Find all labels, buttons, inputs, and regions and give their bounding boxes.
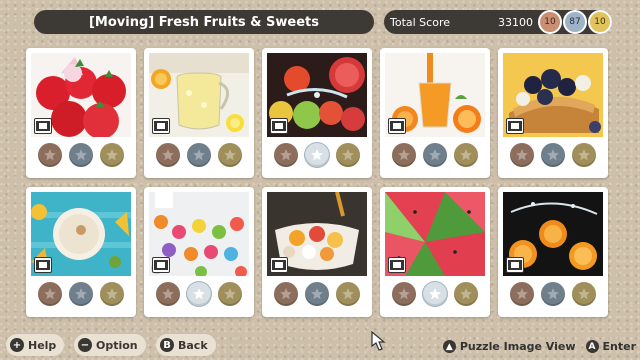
bronze-star-medal bbox=[37, 282, 62, 306]
gold-star-medal bbox=[336, 143, 361, 167]
bronze-star-medal bbox=[273, 143, 298, 167]
controls-hint: ▲ Puzzle Image View A Enter bbox=[433, 340, 636, 353]
movie-icon bbox=[506, 257, 524, 273]
silver-star-medal bbox=[304, 282, 329, 306]
puzzle-thumbnail bbox=[149, 192, 249, 276]
movie-icon bbox=[270, 118, 288, 134]
bronze-star-medal bbox=[391, 143, 416, 167]
a-button-icon: A bbox=[585, 340, 599, 353]
puzzle-card-berry-pastry[interactable] bbox=[498, 48, 608, 178]
puzzle-thumbnail bbox=[503, 53, 603, 137]
medal-row bbox=[267, 282, 367, 306]
puzzle-thumbnail bbox=[267, 53, 367, 137]
puzzle-thumbnail bbox=[385, 53, 485, 137]
title-text: [Moving] Fresh Fruits & Sweets bbox=[88, 14, 320, 30]
puzzle-card-orange-splash[interactable] bbox=[498, 187, 608, 317]
puzzle-card-smoothie-bowl[interactable] bbox=[26, 187, 136, 317]
silver-star-medal bbox=[186, 143, 211, 167]
gold-star-medal bbox=[572, 282, 597, 306]
gold-medal-count: 10 bbox=[588, 10, 612, 34]
silver-star-medal bbox=[422, 143, 447, 167]
bronze-star-medal bbox=[391, 282, 416, 306]
medal-row bbox=[149, 282, 249, 306]
minus-button-icon: − bbox=[78, 338, 92, 352]
puzzle-card-fruit-yogurt[interactable] bbox=[262, 187, 372, 317]
medal-row bbox=[385, 143, 485, 167]
medal-row bbox=[267, 143, 367, 167]
silver-star-medal-earned bbox=[422, 282, 447, 306]
puzzle-card-watermelon[interactable] bbox=[380, 187, 490, 317]
puzzle-thumbnail bbox=[31, 53, 131, 137]
puzzle-card-cereal[interactable] bbox=[144, 187, 254, 317]
gold-star-medal bbox=[100, 143, 125, 167]
puzzle-image-view-label[interactable]: Puzzle Image View bbox=[460, 340, 576, 353]
puzzle-thumbnail bbox=[503, 192, 603, 276]
puzzle-thumbnail bbox=[149, 53, 249, 137]
medal-row bbox=[385, 282, 485, 306]
movie-icon bbox=[388, 257, 406, 273]
silver-star-medal bbox=[540, 143, 565, 167]
silver-medal-count: 87 bbox=[563, 10, 587, 34]
back-label: Back bbox=[178, 338, 208, 352]
movie-icon bbox=[270, 257, 288, 273]
puzzle-card-strawberries[interactable] bbox=[26, 48, 136, 178]
bronze-medal-count: 10 bbox=[538, 10, 562, 34]
medal-row bbox=[503, 282, 603, 306]
back-button[interactable]: B Back bbox=[156, 334, 216, 356]
medal-row bbox=[31, 282, 131, 306]
bronze-star-medal bbox=[155, 282, 180, 306]
medal-row bbox=[503, 143, 603, 167]
gold-star-medal bbox=[454, 282, 479, 306]
gold-star-medal bbox=[218, 143, 243, 167]
bronze-star-medal bbox=[155, 143, 180, 167]
medal-row bbox=[149, 143, 249, 167]
puzzle-card-orange-juice[interactable] bbox=[380, 48, 490, 178]
enter-label[interactable]: Enter bbox=[603, 340, 637, 353]
puzzle-thumbnail bbox=[385, 192, 485, 276]
bronze-star-medal bbox=[37, 143, 62, 167]
bronze-star-medal bbox=[509, 282, 534, 306]
gold-star-medal bbox=[454, 143, 479, 167]
b-button-icon: B bbox=[160, 338, 174, 352]
y-button-icon: ▲ bbox=[442, 340, 456, 353]
puzzle-grid bbox=[26, 48, 608, 317]
score-value: 33100 bbox=[498, 15, 533, 29]
movie-icon bbox=[34, 257, 52, 273]
movie-icon bbox=[388, 118, 406, 134]
puzzle-card-fruit-splash[interactable] bbox=[262, 48, 372, 178]
bronze-star-medal bbox=[509, 143, 534, 167]
puzzle-thumbnail bbox=[31, 192, 131, 276]
gold-star-medal bbox=[218, 282, 243, 306]
gold-star-medal bbox=[572, 143, 597, 167]
option-button[interactable]: − Option bbox=[74, 334, 146, 356]
silver-star-medal bbox=[68, 282, 93, 306]
silver-star-medal bbox=[540, 282, 565, 306]
score-label: Total Score bbox=[390, 15, 450, 29]
hand-cursor-icon bbox=[371, 330, 386, 351]
movie-icon bbox=[506, 118, 524, 134]
score-panel: Total Score 33100 10 87 10 bbox=[384, 10, 612, 34]
puzzle-card-lemonade[interactable] bbox=[144, 48, 254, 178]
movie-icon bbox=[152, 257, 170, 273]
medal-row bbox=[31, 143, 131, 167]
movie-icon bbox=[34, 118, 52, 134]
bronze-star-medal bbox=[273, 282, 298, 306]
puzzle-set-title: [Moving] Fresh Fruits & Sweets bbox=[34, 10, 374, 34]
silver-star-medal bbox=[68, 143, 93, 167]
gold-star-medal bbox=[336, 282, 361, 306]
option-label: Option bbox=[96, 338, 138, 352]
silver-star-medal-earned bbox=[186, 282, 211, 306]
help-button[interactable]: + Help bbox=[6, 334, 65, 356]
plus-button-icon: + bbox=[10, 338, 24, 352]
puzzle-thumbnail bbox=[267, 192, 367, 276]
gold-star-medal bbox=[100, 282, 125, 306]
help-label: Help bbox=[28, 338, 57, 352]
silver-star-medal-earned bbox=[304, 143, 329, 167]
movie-icon bbox=[152, 118, 170, 134]
